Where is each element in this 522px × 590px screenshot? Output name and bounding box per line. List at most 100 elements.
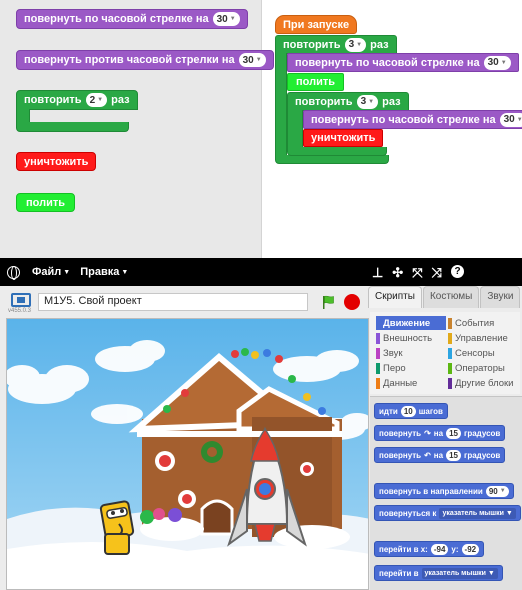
block-label: идти	[379, 406, 398, 416]
weed-block[interactable]: полить	[16, 193, 75, 212]
steps-input[interactable]: 10	[400, 405, 416, 417]
category-label: События	[455, 317, 495, 329]
editor: v455.0.3 М1У5. Свой проект Скрипты Костю…	[0, 286, 522, 590]
angle-input[interactable]: 30 ▼	[238, 53, 266, 67]
angle-input[interactable]: 30 ▼	[483, 55, 511, 70]
block-label: повторить	[283, 38, 341, 51]
category-motion[interactable]: Движение	[376, 316, 446, 330]
edit-menu[interactable]: Правка ▼	[80, 266, 128, 278]
rotate-cw-block-script[interactable]: повернуть по часовой стрелке на 30 ▼	[287, 53, 519, 72]
green-flag-icon[interactable]	[321, 295, 335, 309]
stage[interactable]	[6, 318, 369, 590]
block-label: на	[433, 450, 444, 460]
destroy-block-script[interactable]: уничтожить	[303, 129, 384, 147]
direction-input[interactable]: 90 ▼	[485, 485, 509, 497]
repeat-block[interactable]: повторить 2 ▼ раз	[16, 90, 138, 110]
value: 30	[503, 114, 515, 125]
project-title-input[interactable]: М1У5. Свой проект	[38, 293, 308, 311]
value: указатель мышки	[424, 569, 486, 577]
block-label: повернуть по часовой стрелке на	[311, 113, 496, 126]
rotate-cw-block-inner[interactable]: повернуть по часовой стрелке на 30 ▼	[303, 110, 522, 129]
block-label: перейти в x:	[379, 544, 428, 554]
tab-sounds[interactable]: Звуки	[480, 286, 521, 308]
grow-icon[interactable]: ⤧	[412, 265, 422, 281]
category-events[interactable]: События	[448, 316, 518, 330]
block-label: полить	[296, 76, 335, 88]
stop-icon[interactable]	[344, 294, 360, 310]
target-dropdown[interactable]: указатель мышки ▼	[439, 507, 516, 519]
help-icon[interactable]: ?	[451, 265, 464, 278]
tab-costumes[interactable]: Костюмы	[422, 286, 480, 308]
category-looks[interactable]: Внешность	[376, 331, 446, 345]
value: 3	[360, 96, 367, 107]
destroy-block[interactable]: уничтожить	[16, 152, 97, 171]
inner-repeat-block[interactable]: повторить 3 ▼ раз	[287, 92, 409, 111]
robot-sprite[interactable]	[99, 500, 135, 555]
goto-xy-block[interactable]: перейти в x: -94 y: -92	[374, 541, 485, 557]
repeat-arm	[16, 109, 30, 123]
block-label: шагов	[418, 406, 443, 416]
menu-bar: Файл ▼ Правка ▼ ⊥ ✣ ⤧ ⤨ ?	[0, 258, 522, 286]
turn-right-block[interactable]: повернуть ↷ на 15 градусов	[374, 425, 506, 441]
value: 90	[488, 486, 498, 496]
rotate-ccw-block[interactable]: повернуть против часовой стрелки на 30 ▼	[16, 50, 274, 70]
stage-header: v455.0.3 М1У5. Свой проект	[0, 286, 370, 318]
dropdown-arrow-icon: ▼	[229, 16, 236, 22]
category-label: Сенсоры	[455, 347, 495, 359]
goto-block[interactable]: перейти в указатель мышки ▼	[374, 565, 503, 581]
value: 30	[242, 54, 254, 66]
rotate-right-icon: ↷	[424, 428, 431, 438]
outer-repeat-block[interactable]: повторить 3 ▼ раз	[275, 35, 397, 54]
when-start-hat-block[interactable]: При запуске	[275, 15, 358, 34]
repeat-count-input[interactable]: 2 ▼	[85, 93, 108, 107]
repeat-count-input[interactable]: 3 ▼	[356, 94, 379, 109]
category-swatch	[448, 377, 452, 389]
y-input[interactable]: -92	[461, 543, 480, 555]
angle-input[interactable]: 30 ▼	[212, 12, 240, 26]
degrees-input[interactable]: 15	[446, 427, 461, 439]
category-pen[interactable]: Перо	[376, 361, 446, 375]
category-sensing[interactable]: Сенсоры	[448, 346, 518, 360]
block-label: повернуть в направлении	[379, 486, 483, 496]
screen: повернуть по часовой стрелке на 30 ▼ пове…	[0, 0, 522, 590]
category-swatch	[376, 347, 380, 359]
category-label: Операторы	[455, 362, 505, 374]
category-label: Другие блоки	[455, 377, 514, 389]
repeat-count-input[interactable]: 3 ▼	[344, 37, 367, 52]
dropdown-arrow-icon: ▼	[500, 59, 507, 66]
turn-left-block[interactable]: повернуть ↶ на 15 градусов	[374, 447, 506, 463]
shrink-icon[interactable]: ⤨	[432, 265, 442, 281]
weed-block-script[interactable]: полить	[287, 73, 344, 91]
version-label: v455.0.3	[8, 308, 32, 314]
category-label: Перо	[383, 362, 406, 374]
category-swatch	[448, 347, 452, 359]
file-menu[interactable]: Файл ▼	[32, 266, 70, 278]
motion-block-palette: идти 10 шагов повернуть ↷ на 15 градусов…	[370, 396, 522, 590]
category-more-blocks[interactable]: Другие блоки	[448, 376, 518, 390]
category-sound[interactable]: Звук	[376, 346, 446, 360]
category-control[interactable]: Управление	[448, 331, 518, 345]
move-steps-block[interactable]: идти 10 шагов	[374, 403, 448, 419]
angle-input[interactable]: 30 ▼	[499, 112, 522, 127]
category-label: Звук	[383, 347, 403, 359]
point-direction-block[interactable]: повернуть в направлении 90 ▼	[374, 483, 514, 499]
rotate-cw-block[interactable]: повернуть по часовой стрелке на 30 ▼	[16, 9, 248, 29]
category-operators[interactable]: Операторы	[448, 361, 518, 375]
category-label: Данные	[383, 377, 418, 389]
globe-icon[interactable]	[7, 265, 20, 280]
target-dropdown[interactable]: указатель мышки ▼	[421, 567, 498, 579]
category-data[interactable]: Данные	[376, 376, 446, 390]
point-towards-block[interactable]: повернуться к указатель мышки ▼	[374, 505, 521, 521]
degrees-input[interactable]: 15	[446, 449, 461, 461]
fullscreen-icon[interactable]	[11, 293, 31, 307]
x-input[interactable]: -94	[430, 543, 449, 555]
category-swatch	[376, 377, 380, 389]
block-label: повторить	[24, 94, 82, 106]
category-label: Управление	[455, 332, 508, 344]
value: 15	[449, 428, 458, 438]
tab-scripts[interactable]: Скрипты	[368, 286, 422, 308]
stamp-icon[interactable]: ⊥	[372, 265, 383, 281]
block-label: При запуске	[283, 18, 350, 31]
block-label: раз	[111, 94, 130, 106]
scissors-icon[interactable]: ✣	[392, 265, 403, 281]
